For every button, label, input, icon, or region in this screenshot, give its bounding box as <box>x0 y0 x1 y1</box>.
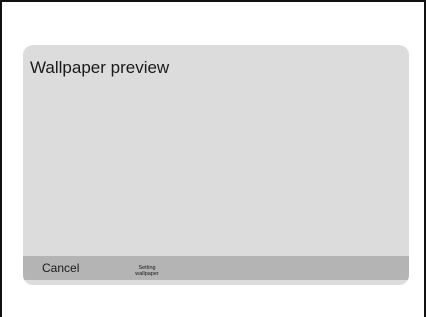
app-frame: Wallpaper preview Cancel Setting wallpap… <box>0 0 426 317</box>
cancel-button[interactable]: Cancel <box>31 256 90 280</box>
setting-wallpaper-label-line2: wallpaper <box>135 270 159 277</box>
dialog-title: Wallpaper preview <box>30 58 170 77</box>
wallpaper-preview-dialog: Wallpaper preview Cancel Setting wallpap… <box>23 45 409 285</box>
setting-wallpaper-button[interactable]: Setting wallpaper <box>127 256 167 280</box>
dialog-button-bar: Cancel Setting wallpaper <box>23 256 409 280</box>
